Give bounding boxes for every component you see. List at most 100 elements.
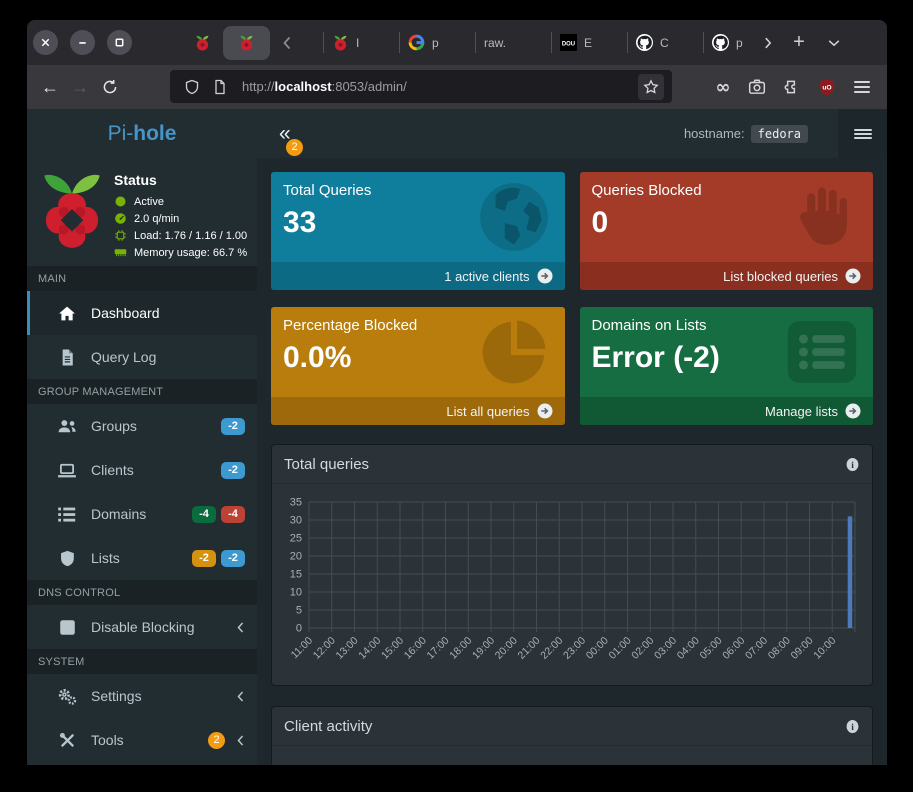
tracking-protection-shield-icon[interactable]	[184, 79, 200, 95]
svg-text:03:00: 03:00	[652, 635, 679, 662]
svg-text:16:00: 16:00	[402, 635, 429, 662]
count-badge: -4	[221, 506, 245, 523]
svg-text:20: 20	[290, 551, 302, 563]
new-tab-button[interactable]: +	[787, 20, 811, 65]
browser-tab[interactable]: I	[323, 20, 399, 65]
window-minimize-button[interactable]	[70, 30, 95, 55]
card-footer-label: 1 active clients	[444, 269, 529, 284]
tools-icon	[57, 732, 77, 749]
bookmark-star-button[interactable]	[638, 74, 664, 100]
svg-text:15:00: 15:00	[379, 635, 406, 662]
sidebar-item-clients[interactable]: Clients-2	[27, 448, 257, 492]
stop-icon	[57, 619, 77, 636]
svg-text:21:00: 21:00	[516, 635, 543, 662]
sidebar-item-dashboard[interactable]: Dashboard	[27, 291, 257, 335]
sidebar-item-lists[interactable]: Lists-2-2	[27, 536, 257, 580]
list-icon	[57, 506, 77, 523]
browser-menu-button[interactable]	[850, 65, 874, 109]
extensions-puzzle-icon[interactable]	[779, 65, 803, 109]
sidebar-item-disable-blocking[interactable]: Disable Blocking	[27, 605, 257, 649]
browser-tab[interactable]: C	[627, 20, 703, 65]
window-controls	[27, 30, 132, 55]
raspberry-logo	[39, 170, 105, 252]
github-icon	[712, 34, 729, 51]
svg-text:uO: uO	[822, 85, 831, 92]
svg-text:25: 25	[290, 533, 302, 545]
card-footer-link[interactable]: Manage lists	[580, 397, 874, 425]
sidebar-item-label: Clients	[91, 462, 134, 478]
memory-icon	[114, 246, 127, 259]
card-footer-link[interactable]: List all queries	[271, 397, 565, 425]
google-icon	[408, 34, 425, 51]
sidebar-item-settings[interactable]: Settings	[27, 674, 257, 718]
svg-text:23:00: 23:00	[561, 635, 588, 662]
svg-text:09:00: 09:00	[789, 635, 816, 662]
pinned-tab[interactable]	[194, 34, 211, 51]
sidebar-item-label: Dashboard	[91, 305, 160, 321]
sidebar-item-query-log[interactable]: Query Log	[27, 335, 257, 379]
laptop-icon	[57, 462, 77, 479]
sidebar-item-label: Groups	[91, 418, 137, 434]
sidebar-menu: MAINDashboardQuery LogGROUP MANAGEMENTGr…	[27, 266, 257, 762]
tab-title: I	[356, 36, 359, 50]
sidebar-item-label: Tools	[91, 732, 124, 748]
status-title: Status	[114, 172, 247, 188]
browser-tab[interactable]: raw.	[475, 20, 551, 65]
svg-text:02:00: 02:00	[629, 635, 656, 662]
close-icon	[40, 37, 51, 48]
info-icon[interactable]: i	[845, 457, 860, 472]
reload-button[interactable]	[95, 72, 125, 102]
card-footer-link[interactable]: 1 active clients	[271, 262, 565, 290]
pihole-logo[interactable]: Pi-hole	[27, 109, 257, 158]
scroll-tabs-right-icon[interactable]	[756, 20, 780, 65]
screenshot-camera-icon[interactable]	[745, 65, 769, 109]
window-close-button[interactable]	[33, 30, 58, 55]
desktop: Ipraw.DOUECp + ← → http://localhost:8053…	[0, 0, 913, 792]
svg-text:18:00: 18:00	[447, 635, 474, 662]
browser-tab[interactable]: DOUE	[551, 20, 627, 65]
card-footer-label: List all queries	[446, 404, 529, 419]
sidebar-collapse-button[interactable]: «2	[279, 123, 301, 144]
file-icon	[57, 349, 77, 366]
sidebar-section-label: GROUP MANAGEMENT	[27, 379, 257, 404]
sidebar-item-tools[interactable]: Tools2	[27, 718, 257, 762]
tab-bar: Ipraw.DOUECp +	[27, 20, 887, 65]
tab-title: C	[660, 36, 669, 50]
svg-text:22:00: 22:00	[538, 635, 565, 662]
card-footer-link[interactable]: List blocked queries	[580, 262, 874, 290]
sidebar: Status Active2.0 q/minLoad: 1.76 / 1.16 …	[27, 158, 257, 765]
app-header: Pi-hole «2 hostname:fedora	[27, 109, 887, 158]
arrow-circle-icon	[537, 403, 553, 419]
card-body: Domains on ListsError (-2)	[580, 307, 874, 397]
active-tab[interactable]	[223, 26, 270, 60]
globe-icon	[475, 180, 553, 254]
client-activity-panel: Client activity i	[271, 706, 873, 765]
dou-icon: DOU	[560, 34, 577, 51]
count-badge: -2	[192, 550, 216, 567]
listcard-icon	[783, 315, 861, 389]
list-all-tabs-icon[interactable]	[822, 20, 846, 65]
header-menu-button[interactable]	[838, 109, 887, 158]
tab-title: p	[432, 36, 439, 50]
pihole-app: Pi-hole «2 hostname:fedora Status Active…	[27, 109, 887, 765]
sidebar-item-domains[interactable]: Domains-4-4	[27, 492, 257, 536]
sidebar-item-groups[interactable]: Groups-2	[27, 404, 257, 448]
svg-text:14:00: 14:00	[356, 635, 383, 662]
raspberry-icon	[194, 34, 211, 51]
status-row: Memory usage: 66.7 %	[114, 246, 247, 259]
svg-text:10: 10	[290, 587, 302, 599]
status-row: Active	[114, 195, 247, 208]
sidebar-item-label: Query Log	[91, 349, 156, 365]
back-button[interactable]: ←	[35, 72, 65, 102]
status-text: Load: 1.76 / 1.16 / 1.00	[134, 230, 247, 242]
site-info-icon[interactable]	[212, 79, 228, 95]
arrow-circle-icon	[845, 268, 861, 284]
window-maximize-button[interactable]	[107, 30, 132, 55]
browser-tab[interactable]: p	[399, 20, 475, 65]
forward-button[interactable]: →	[65, 72, 95, 102]
ublock-origin-icon[interactable]: uO	[815, 65, 839, 109]
container-infinity-icon[interactable]: ∞	[711, 65, 735, 109]
info-icon[interactable]: i	[845, 719, 860, 734]
scroll-tabs-left-icon[interactable]	[279, 35, 295, 51]
url-bar[interactable]: http://localhost:8053/admin/	[170, 70, 672, 103]
